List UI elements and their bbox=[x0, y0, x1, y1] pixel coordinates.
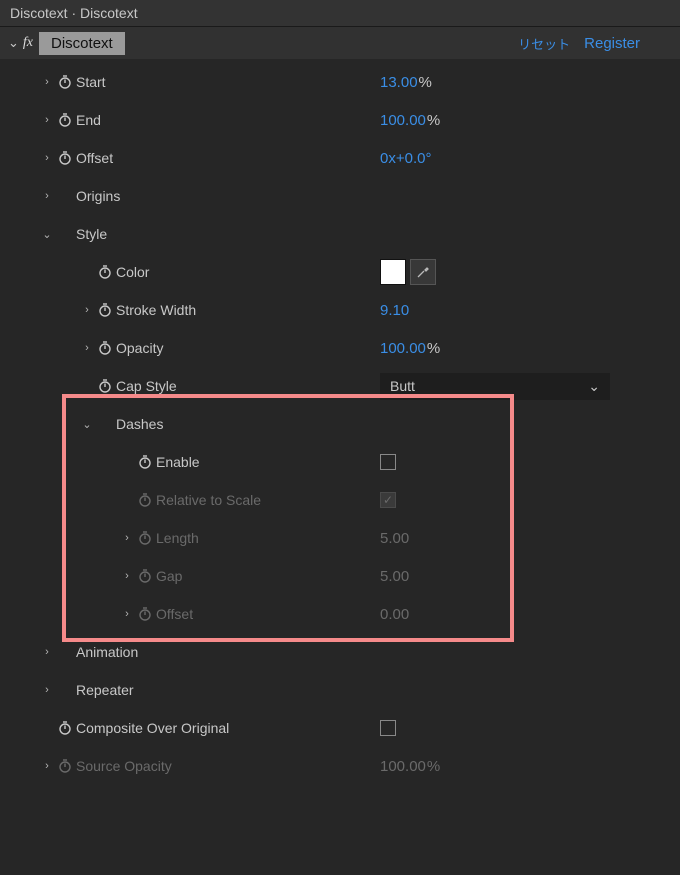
property-row-style: ⌄ Style bbox=[0, 215, 680, 253]
collapse-effect-icon[interactable]: ⌄ bbox=[8, 35, 19, 51]
property-row-end: › End 100.00 % bbox=[0, 101, 680, 139]
property-label[interactable]: Repeater bbox=[76, 682, 134, 698]
property-row-dashes-offset: › Offset 0.00 bbox=[0, 595, 680, 633]
chevron-right-icon[interactable]: › bbox=[40, 684, 54, 696]
property-value[interactable]: 100.00 bbox=[380, 340, 426, 357]
chevron-down-icon: ⌄ bbox=[588, 378, 600, 395]
panel-title: Discotext · Discotext bbox=[0, 0, 680, 27]
property-label[interactable]: Style bbox=[76, 226, 107, 242]
stopwatch-icon[interactable] bbox=[54, 720, 76, 736]
property-label: Enable bbox=[156, 454, 200, 470]
chevron-right-icon[interactable]: › bbox=[40, 646, 54, 658]
chevron-right-icon: › bbox=[40, 760, 54, 772]
property-label: Offset bbox=[76, 150, 113, 166]
property-row-origins: › Origins bbox=[0, 177, 680, 215]
property-value: 0.00 bbox=[380, 606, 409, 623]
stopwatch-icon[interactable] bbox=[54, 74, 76, 90]
property-label: Source Opacity bbox=[76, 758, 172, 774]
property-label[interactable]: Animation bbox=[76, 644, 138, 660]
relative-checkbox: ✓ bbox=[380, 492, 396, 508]
property-row-source-opacity: › Source Opacity 100.00 % bbox=[0, 747, 680, 785]
property-row-dashes-gap: › Gap 5.00 bbox=[0, 557, 680, 595]
property-unit[interactable]: x+0.0° bbox=[388, 150, 431, 167]
property-value[interactable]: 100.00 bbox=[380, 112, 426, 129]
stopwatch-icon bbox=[54, 758, 76, 774]
stopwatch-icon[interactable] bbox=[94, 302, 116, 318]
chevron-right-icon[interactable]: › bbox=[40, 114, 54, 126]
stopwatch-icon[interactable] bbox=[94, 378, 116, 394]
property-row-animation: › Animation bbox=[0, 633, 680, 671]
chevron-down-icon[interactable]: ⌄ bbox=[80, 418, 94, 431]
enable-checkbox[interactable] bbox=[380, 454, 396, 470]
property-label: Gap bbox=[156, 568, 182, 584]
property-row-color: Color bbox=[0, 253, 680, 291]
property-value[interactable]: 9.10 bbox=[380, 302, 409, 319]
stopwatch-icon bbox=[134, 568, 156, 584]
property-row-start: › Start 13.00 % bbox=[0, 63, 680, 101]
property-label: Length bbox=[156, 530, 199, 546]
chevron-right-icon: › bbox=[120, 608, 134, 620]
property-row-dashes-relative: Relative to Scale ✓ bbox=[0, 481, 680, 519]
property-row-offset: › Offset 0 x+0.0° bbox=[0, 139, 680, 177]
color-swatch[interactable] bbox=[380, 259, 406, 285]
property-value: 5.00 bbox=[380, 568, 409, 585]
effect-name[interactable]: Discotext bbox=[39, 32, 125, 55]
property-label: Composite Over Original bbox=[76, 720, 229, 736]
stopwatch-icon[interactable] bbox=[54, 112, 76, 128]
stopwatch-icon bbox=[134, 606, 156, 622]
property-label[interactable]: Dashes bbox=[116, 416, 163, 432]
stopwatch-icon[interactable] bbox=[94, 264, 116, 280]
property-value[interactable]: 0 bbox=[380, 150, 388, 167]
property-row-stroke-width: › Stroke Width 9.10 bbox=[0, 291, 680, 329]
property-label: Relative to Scale bbox=[156, 492, 261, 508]
stopwatch-icon[interactable] bbox=[94, 340, 116, 356]
chevron-right-icon: › bbox=[120, 570, 134, 582]
property-unit: % bbox=[427, 758, 440, 775]
stopwatch-icon bbox=[134, 492, 156, 508]
stopwatch-icon[interactable] bbox=[54, 150, 76, 166]
property-row-cap-style: Cap Style Butt ⌄ bbox=[0, 367, 680, 405]
property-label[interactable]: Origins bbox=[76, 188, 120, 204]
stopwatch-icon[interactable] bbox=[134, 454, 156, 470]
eyedropper-icon[interactable] bbox=[410, 259, 436, 285]
property-row-repeater: › Repeater bbox=[0, 671, 680, 709]
chevron-right-icon[interactable]: › bbox=[40, 152, 54, 164]
property-label: End bbox=[76, 112, 101, 128]
property-row-opacity: › Opacity 100.00 % bbox=[0, 329, 680, 367]
register-link[interactable]: Register bbox=[584, 35, 640, 52]
property-row-dashes-length: › Length 5.00 bbox=[0, 519, 680, 557]
stopwatch-icon bbox=[134, 530, 156, 546]
property-unit: % bbox=[427, 340, 440, 357]
property-value[interactable]: 13.00 bbox=[380, 74, 418, 91]
chevron-right-icon[interactable]: › bbox=[40, 76, 54, 88]
property-unit: % bbox=[419, 74, 432, 91]
property-label: Opacity bbox=[116, 340, 163, 356]
effect-controls-panel: Discotext · Discotext ⌄ fx Discotext リセッ… bbox=[0, 0, 680, 789]
property-unit: % bbox=[427, 112, 440, 129]
property-row-dashes: ⌄ Dashes bbox=[0, 405, 680, 443]
chevron-down-icon[interactable]: ⌄ bbox=[40, 228, 54, 241]
property-label: Start bbox=[76, 74, 106, 90]
property-label: Color bbox=[116, 264, 149, 280]
property-row-composite: Composite Over Original bbox=[0, 709, 680, 747]
property-label: Cap Style bbox=[116, 378, 177, 394]
fx-icon[interactable]: fx bbox=[23, 35, 33, 51]
chevron-right-icon[interactable]: › bbox=[80, 342, 94, 354]
property-value: 100.00 bbox=[380, 758, 426, 775]
reset-link[interactable]: リセット bbox=[518, 34, 570, 53]
check-icon: ✓ bbox=[383, 494, 393, 506]
chevron-right-icon[interactable]: › bbox=[80, 304, 94, 316]
cap-style-select[interactable]: Butt ⌄ bbox=[380, 373, 610, 400]
effect-header: ⌄ fx Discotext リセット Register bbox=[0, 27, 680, 59]
composite-checkbox[interactable] bbox=[380, 720, 396, 736]
property-row-dashes-enable: Enable bbox=[0, 443, 680, 481]
property-label: Offset bbox=[156, 606, 193, 622]
chevron-right-icon: › bbox=[120, 532, 134, 544]
property-value: 5.00 bbox=[380, 530, 409, 547]
property-label: Stroke Width bbox=[116, 302, 196, 318]
select-value: Butt bbox=[390, 378, 415, 394]
chevron-right-icon[interactable]: › bbox=[40, 190, 54, 202]
